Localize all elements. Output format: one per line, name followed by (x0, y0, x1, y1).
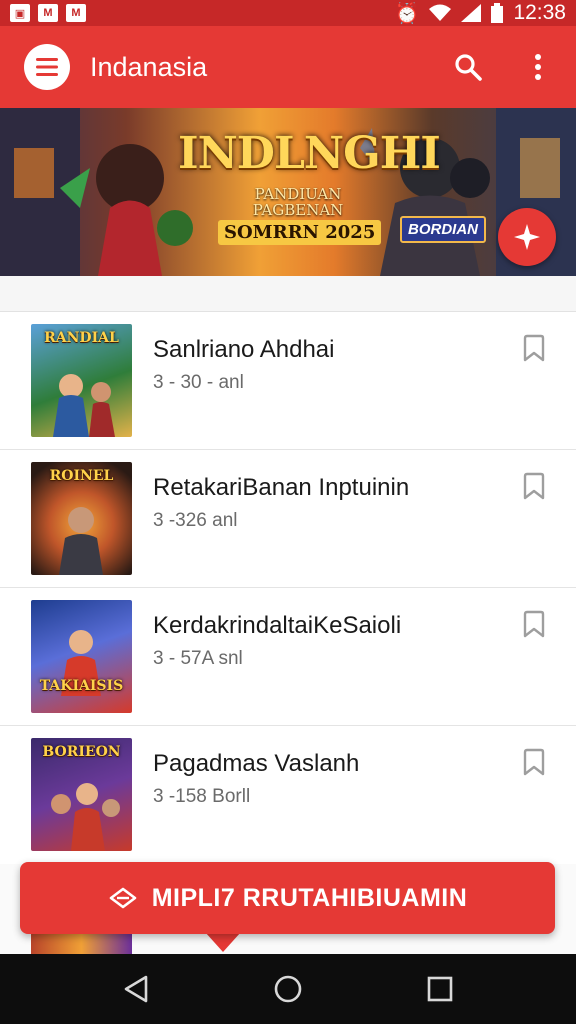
list-item[interactable]: ROINEL RetakariBanan Inptuinin 3 -326 an… (0, 450, 576, 588)
status-notifications: ▣ M M (10, 4, 86, 22)
banner-subtitle-line2: PAGBENAN (252, 201, 344, 219)
app-title: Indanasia (90, 51, 208, 82)
cta-label: MIPLI7 RRUTAHIBIUAMIN (151, 883, 468, 912)
item-thumbnail-label: BORIEON (42, 744, 121, 760)
item-title: Sanlriano Ahdhai (153, 336, 335, 363)
more-vert-icon[interactable] (516, 45, 560, 89)
item-thumbnail: TAKIAISIS (31, 600, 132, 713)
sparkle-fab-button[interactable] (498, 208, 556, 266)
item-meta: 3 - 57A snl (153, 648, 243, 669)
item-thumbnail: BORIEON (31, 738, 132, 851)
screen: ▣ M M ⏰ 12:38 Indanasia INDLNGHI PANDIUA… (0, 0, 576, 1024)
app-notification-icon: ▣ (10, 4, 30, 22)
recents-square-icon[interactable] (410, 959, 470, 1019)
game-list: RANDIAL Sanlriano Ahdhai 3 - 30 - anl RO… (0, 312, 576, 864)
list-item[interactable]: TAKIAISIS KerdakrindaltaiKeSaioli 3 - 57… (0, 588, 576, 726)
gmail-icon: M (66, 4, 86, 22)
item-meta: 3 - 30 - anl (153, 372, 244, 393)
banner-date: SOMRRN 2025 (218, 220, 382, 245)
banner-title: INDLNGHI (178, 128, 441, 179)
status-bar: ▣ M M ⏰ 12:38 (0, 0, 576, 26)
section-divider (0, 276, 576, 312)
hamburger-menu-icon[interactable] (24, 44, 70, 90)
list-item[interactable]: RANDIAL Sanlriano Ahdhai 3 - 30 - anl (0, 312, 576, 450)
item-title: RetakariBanan Inptuinin (153, 474, 410, 501)
item-title: KerdakrindaltaiKeSaioli (153, 612, 402, 639)
home-circle-icon[interactable] (258, 959, 318, 1019)
ticket-icon (109, 887, 137, 909)
sparkle-icon (514, 224, 540, 250)
item-thumbnail-label: RANDIAL (44, 330, 119, 346)
cta-pointer (205, 932, 241, 952)
gmail-icon: M (38, 4, 58, 22)
item-meta: 3 -158 Borll (153, 786, 251, 807)
bookmark-icon[interactable] (521, 610, 547, 638)
item-title: Pagadmas Vaslanh (153, 750, 360, 777)
bookmark-icon[interactable] (521, 748, 547, 776)
item-meta: 3 -326 anl (153, 510, 238, 531)
bookmark-icon[interactable] (521, 472, 547, 500)
status-system: ⏰ 12:38 (395, 1, 566, 26)
item-thumbnail: RANDIAL (31, 324, 132, 437)
search-icon[interactable] (446, 45, 490, 89)
list-item[interactable]: BORIEON Pagadmas Vaslanh 3 -158 Borll (0, 726, 576, 864)
back-triangle-icon[interactable] (106, 959, 166, 1019)
app-bar: Indanasia (0, 26, 576, 108)
status-time: 12:38 (513, 1, 566, 24)
item-thumbnail-label: ROINEL (49, 468, 114, 484)
promo-banner[interactable]: INDLNGHI PANDIUAN PAGBENAN SOMRRN 2025 B… (0, 108, 576, 276)
banner-subtitle-line1: PANDIUAN (254, 185, 342, 203)
item-thumbnail-label: TAKIAISIS (39, 678, 124, 694)
navigation-bar (0, 954, 576, 1024)
cta-button[interactable]: MIPLI7 RRUTAHIBIUAMIN (20, 862, 555, 934)
battery-icon (491, 3, 504, 23)
banner-badge: BORDIAN (400, 216, 486, 243)
bookmark-icon[interactable] (521, 334, 547, 362)
signal-icon (461, 4, 482, 22)
item-thumbnail: ROINEL (31, 462, 132, 575)
alarm-icon: ⏰ (394, 2, 420, 25)
banner-subtitle: PANDIUAN PAGBENAN (228, 186, 368, 218)
wifi-icon (429, 4, 452, 21)
